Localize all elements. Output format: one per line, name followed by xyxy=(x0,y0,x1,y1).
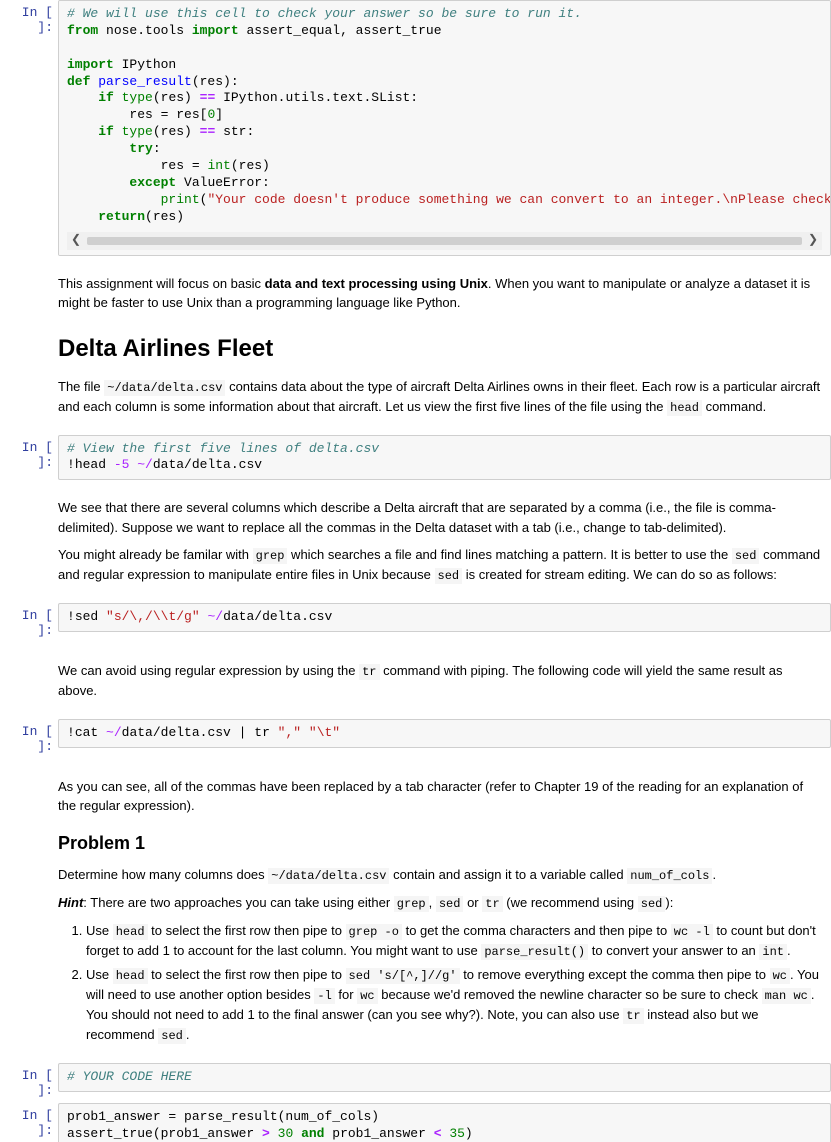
horizontal-scrollbar[interactable]: ❮❯ xyxy=(67,232,822,250)
markdown-cell: We see that there are several columns wh… xyxy=(0,480,831,603)
code-input[interactable]: !cat ~/data/delta.csv | tr "," "\t" xyxy=(58,719,831,748)
scrollbar-track[interactable] xyxy=(87,237,802,245)
empty-prompt xyxy=(0,759,58,1063)
markdown-cell: As you can see, all of the commas have b… xyxy=(0,759,831,1063)
input-prompt: In [ ]: xyxy=(0,435,58,481)
input-prompt: In [ ]: xyxy=(0,1063,58,1103)
empty-prompt xyxy=(0,480,58,603)
list-item: Use head to select the first row then pi… xyxy=(86,965,823,1045)
code-cell: In [ ]: # View the first five lines of d… xyxy=(0,435,831,481)
hint-list: Use head to select the first row then pi… xyxy=(58,921,823,1045)
jupyter-notebook: In [ ]: # We will use this cell to check… xyxy=(0,0,831,1142)
code-cell: In [ ]: !cat ~/data/delta.csv | tr "," "… xyxy=(0,719,831,759)
input-prompt: In [ ]: xyxy=(0,719,58,759)
markdown-cell: This assignment will focus on basic data… xyxy=(0,256,831,435)
code-input[interactable]: # We will use this cell to check your an… xyxy=(58,0,831,256)
code-cell: In [ ]: prob1_answer = parse_result(num_… xyxy=(0,1103,831,1142)
code-cell: In [ ]: !sed "s/\,/\\t/g" ~/data/delta.c… xyxy=(0,603,831,643)
path-code: ~/data/delta.csv xyxy=(104,380,225,396)
empty-prompt xyxy=(0,643,58,719)
input-prompt: In [ ]: xyxy=(0,1103,58,1142)
scroll-right-icon[interactable]: ❯ xyxy=(804,233,822,249)
code-input[interactable]: # View the first five lines of delta.csv… xyxy=(58,435,831,481)
code-input[interactable]: !sed "s/\,/\\t/g" ~/data/delta.csv xyxy=(58,603,831,632)
input-prompt: In [ ]: xyxy=(0,0,58,256)
markdown-body: We can avoid using regular expression by… xyxy=(58,643,831,719)
heading-delta: Delta Airlines Fleet xyxy=(58,331,823,367)
markdown-body: We see that there are several columns wh… xyxy=(58,480,831,603)
scroll-left-icon[interactable]: ❮ xyxy=(67,233,85,249)
markdown-body: This assignment will focus on basic data… xyxy=(58,256,831,435)
markdown-body: As you can see, all of the commas have b… xyxy=(58,759,831,1063)
list-item: Use head to select the first row then pi… xyxy=(86,921,823,961)
code-input[interactable]: # YOUR CODE HERE xyxy=(58,1063,831,1092)
input-prompt: In [ ]: xyxy=(0,603,58,643)
code-input[interactable]: prob1_answer = parse_result(num_of_cols)… xyxy=(58,1103,831,1142)
code-cell: In [ ]: # YOUR CODE HERE xyxy=(0,1063,831,1103)
markdown-cell: We can avoid using regular expression by… xyxy=(0,643,831,719)
code-cell: In [ ]: # We will use this cell to check… xyxy=(0,0,831,256)
heading-problem1: Problem 1 xyxy=(58,830,823,857)
empty-prompt xyxy=(0,256,58,435)
